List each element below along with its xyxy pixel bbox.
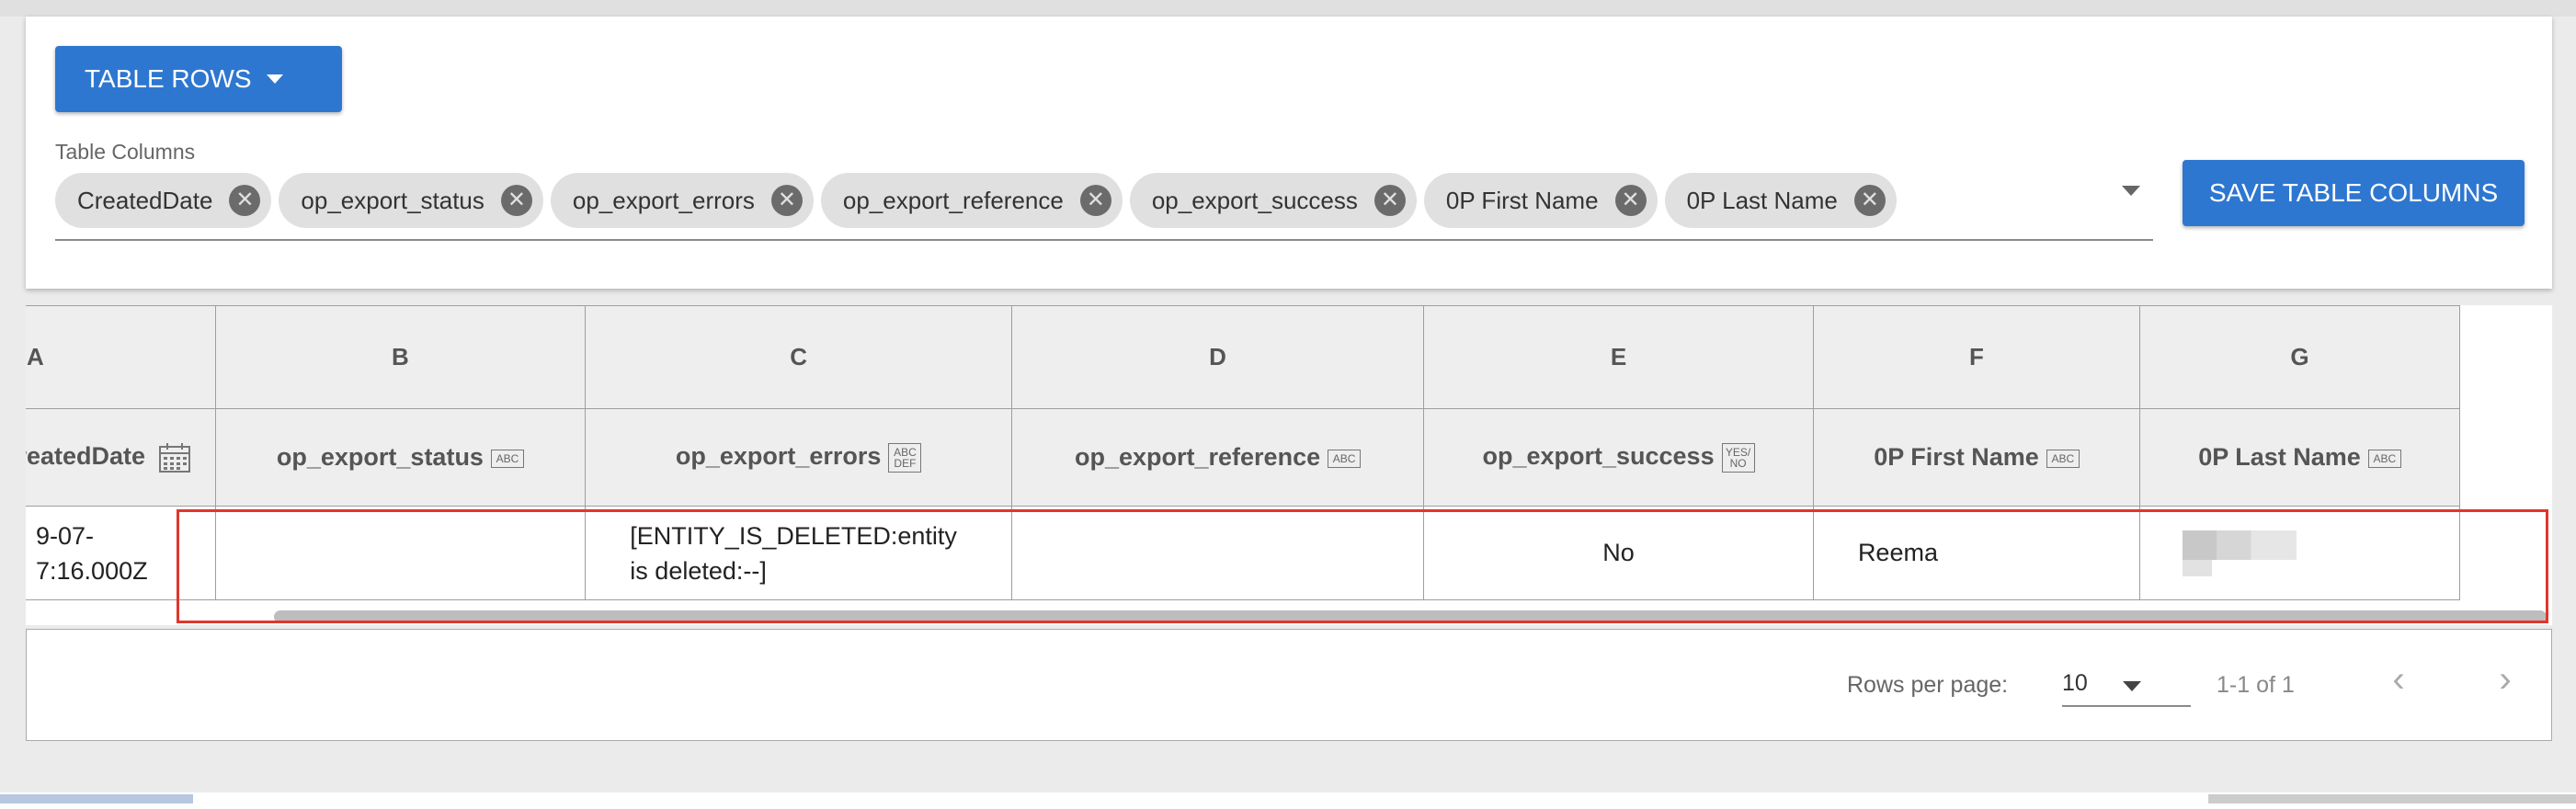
footer-strip xyxy=(0,792,2576,809)
page-range: 1-1 of 1 xyxy=(2217,672,2295,698)
cell-created-date[interactable]: 9-07- 7:16.000Z xyxy=(26,506,216,600)
cell-op-export-success[interactable]: No xyxy=(1423,506,1814,600)
remove-chip-icon[interactable]: ✕ xyxy=(1373,185,1406,216)
redacted-name xyxy=(2183,530,2297,576)
chip-first-name: 0P First Name ✕ xyxy=(1423,173,1658,228)
chip-label: CreatedDate xyxy=(77,186,213,214)
header-label: 0P First Name xyxy=(1874,443,2039,471)
text-type-icon: ABC xyxy=(490,449,524,468)
grid-table: A B C D E F G CreatedDate xyxy=(26,305,2460,600)
header-label: CreatedDate xyxy=(26,441,146,470)
header-label: op_export_reference xyxy=(1074,443,1321,471)
header-label: op_export_status xyxy=(276,443,484,471)
table-columns-label: Table Columns xyxy=(55,140,196,164)
text-type-icon: ABC xyxy=(2367,449,2401,468)
remove-chip-icon[interactable]: ✕ xyxy=(1614,185,1647,216)
chip-label: 0P Last Name xyxy=(1686,186,1838,214)
column-letter[interactable]: C xyxy=(585,305,1012,409)
column-letter-row: A B C D E F G xyxy=(26,305,2460,409)
columns-dropdown-icon[interactable] xyxy=(2122,186,2140,196)
top-strip xyxy=(0,0,2576,17)
long-text-type-icon: ABC DEF xyxy=(888,442,922,473)
horizontal-scrollbar[interactable] xyxy=(274,610,2547,623)
data-grid: A B C D E F G CreatedDate xyxy=(26,305,2552,625)
footer-text-fragment xyxy=(2208,794,2576,803)
footer-link-fragment xyxy=(0,794,193,803)
column-letter[interactable]: G xyxy=(2139,305,2460,409)
chip-label: op_export_success xyxy=(1151,186,1358,214)
cell-last-name[interactable] xyxy=(2139,506,2460,600)
header-first-name[interactable]: 0P First Name ABC xyxy=(1812,408,2141,507)
remove-chip-icon[interactable]: ✕ xyxy=(1079,185,1111,216)
rows-per-page-select[interactable]: 10 xyxy=(2062,663,2191,707)
table-row[interactable]: 9-07- 7:16.000Z [ENTITY_IS_DELETED:entit… xyxy=(26,506,2460,600)
chip-last-name: 0P Last Name ✕ xyxy=(1664,173,1897,228)
pagination-bar: Rows per page: 10 1-1 of 1 ‹ › xyxy=(26,629,2552,741)
column-letter[interactable]: F xyxy=(1812,305,2141,409)
columns-field-underline xyxy=(55,239,2153,241)
cell-line: 9-07- xyxy=(36,521,95,550)
cell-op-export-status[interactable] xyxy=(214,506,587,600)
save-table-columns-button[interactable]: SAVE TABLE COLUMNS xyxy=(2183,160,2525,226)
chip-label: 0P First Name xyxy=(1445,186,1599,214)
cell-line: 7:16.000Z xyxy=(36,556,148,585)
column-letter[interactable]: D xyxy=(1010,305,1425,409)
boolean-type-icon: YES/NO xyxy=(1721,442,1755,473)
header-created-date[interactable]: CreatedDate xyxy=(26,408,216,507)
header-label: op_export_errors xyxy=(675,442,882,471)
text-type-icon: ABC xyxy=(2046,449,2080,468)
cell-first-name[interactable]: Reema xyxy=(1812,506,2141,600)
remove-chip-icon[interactable]: ✕ xyxy=(229,185,261,216)
remove-chip-icon[interactable]: ✕ xyxy=(500,185,532,216)
text-type-icon: ABC xyxy=(1328,449,1362,468)
header-label: 0P Last Name xyxy=(2198,443,2361,471)
previous-page-icon[interactable]: ‹ xyxy=(2380,661,2417,698)
chip-op-export-reference: op_export_reference ✕ xyxy=(820,173,1123,228)
header-label: op_export_success xyxy=(1482,442,1715,471)
header-op-export-success[interactable]: op_export_success YES/NO xyxy=(1423,408,1814,507)
column-chips[interactable]: CreatedDate ✕ op_export_status ✕ op_export… xyxy=(55,173,1897,228)
header-op-export-status[interactable]: op_export_status ABC xyxy=(214,408,587,507)
calendar-icon xyxy=(158,442,190,473)
column-letter[interactable]: B xyxy=(214,305,587,409)
column-letter[interactable]: E xyxy=(1423,305,1814,409)
cell-op-export-reference[interactable] xyxy=(1010,506,1425,600)
chip-op-export-success: op_export_success ✕ xyxy=(1129,173,1417,228)
chip-op-export-status: op_export_status ✕ xyxy=(279,173,543,228)
remove-chip-icon[interactable]: ✕ xyxy=(770,185,803,216)
cell-line: is deleted:--] xyxy=(630,556,767,585)
rows-per-page-label: Rows per page: xyxy=(1847,672,2009,698)
caret-down-icon xyxy=(266,74,283,84)
chip-label: op_export_errors xyxy=(572,186,755,214)
chip-label: op_export_status xyxy=(301,186,484,214)
next-page-icon[interactable]: › xyxy=(2487,661,2524,698)
header-op-export-reference[interactable]: op_export_reference ABC xyxy=(1010,408,1425,507)
rows-per-page-value: 10 xyxy=(2062,670,2088,696)
cell-op-export-errors[interactable]: [ENTITY_IS_DELETED:entity is deleted:--] xyxy=(585,506,1012,600)
remove-chip-icon[interactable]: ✕ xyxy=(1853,185,1886,216)
save-table-columns-label: SAVE TABLE COLUMNS xyxy=(2208,178,2499,207)
chip-label: op_export_reference xyxy=(842,186,1064,214)
column-header-row: CreatedDate op_export_status ABC op_expor… xyxy=(26,408,2460,507)
header-last-name[interactable]: 0P Last Name ABC xyxy=(2139,408,2460,507)
table-rows-button[interactable]: TABLE ROWS xyxy=(55,46,342,112)
column-letter[interactable]: A xyxy=(26,305,216,409)
chip-created-date: CreatedDate ✕ xyxy=(55,173,272,228)
chip-op-export-errors: op_export_errors ✕ xyxy=(550,173,814,228)
table-rows-label: TABLE ROWS xyxy=(85,64,252,93)
header-op-export-errors[interactable]: op_export_errors ABC DEF xyxy=(585,408,1012,507)
caret-down-icon xyxy=(2123,681,2141,691)
cell-line: [ENTITY_IS_DELETED:entity xyxy=(630,521,957,550)
table-settings-panel xyxy=(26,17,2552,289)
